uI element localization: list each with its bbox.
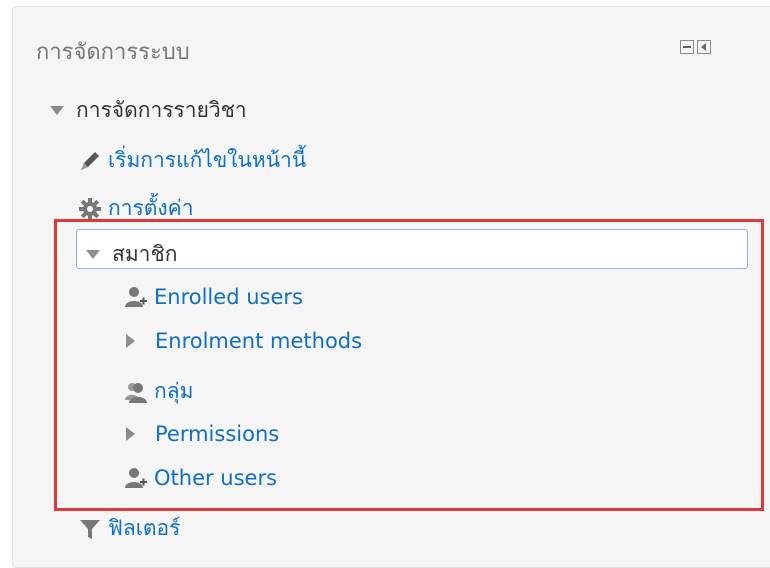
minimize-icon[interactable]: [680, 40, 694, 54]
tree-item-label: ฟิลเตอร์: [108, 516, 181, 540]
tree-item-label: เริ่มการแก้ไขในหน้านี้: [108, 148, 307, 172]
filter-icon: [80, 519, 100, 539]
triangle-down-icon[interactable]: [50, 106, 64, 115]
highlight-annotation-box: [54, 219, 764, 511]
block-title: การจัดการระบบ: [36, 40, 190, 65]
tree-item-filters[interactable]: ฟิลเตอร์: [78, 512, 180, 545]
tree-item-turn-editing[interactable]: เริ่มการแก้ไขในหน้านี้: [78, 144, 306, 177]
tree-item-label: การจัดการรายวิชา: [76, 98, 247, 122]
block-controls: [680, 40, 711, 54]
tree-item-course-admin[interactable]: การจัดการรายวิชา: [50, 94, 247, 127]
pencil-icon: [81, 151, 99, 170]
gear-icon: [79, 197, 101, 220]
dock-icon[interactable]: [697, 40, 711, 54]
